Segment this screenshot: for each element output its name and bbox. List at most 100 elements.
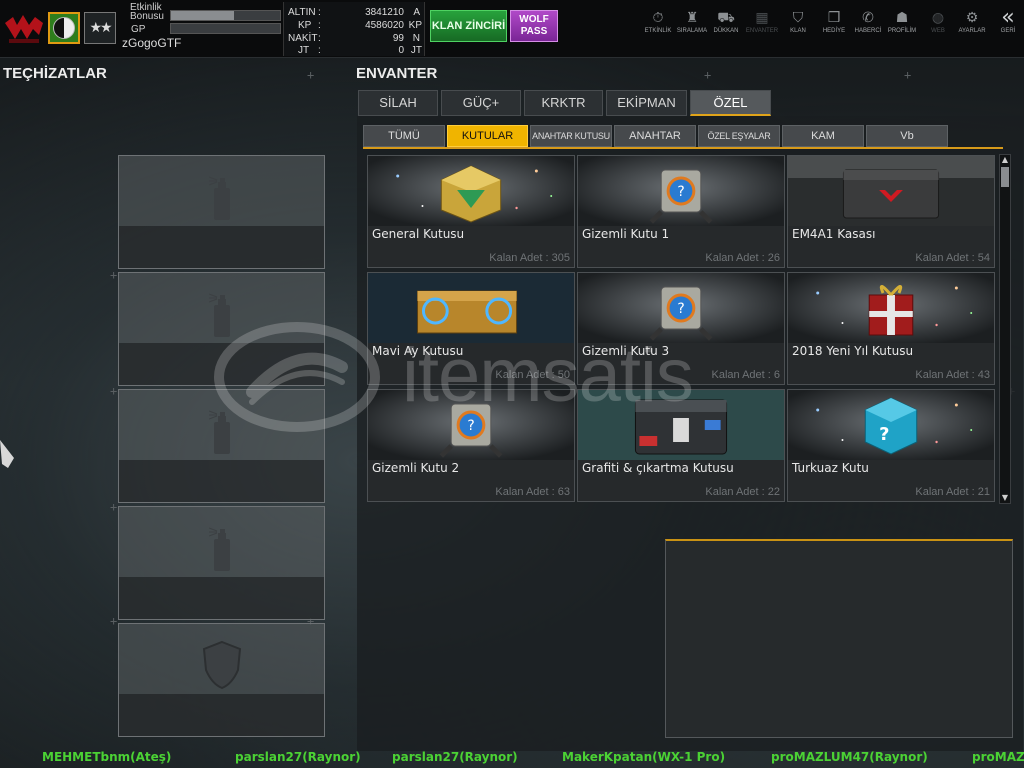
item-name: Grafiti & çıkartma Kutusu: [582, 461, 734, 475]
inventory-item-card[interactable]: Mavi Ay Kutusu Kalan Adet : 50: [367, 272, 575, 385]
nav-gear[interactable]: ⚙ AYARLAR: [954, 8, 990, 42]
currency-value: 4586020: [365, 20, 404, 31]
scroll-up-arrow-icon[interactable]: ▲: [1000, 155, 1010, 165]
nav-inventory[interactable]: ▦ ENVANTER: [744, 8, 780, 42]
nav-profile[interactable]: ☗ PROFİLİM: [884, 8, 920, 42]
nav-label: GERİ: [1000, 28, 1016, 34]
scroll-thumb[interactable]: [1001, 167, 1009, 187]
item-count: Kalan Adet : 63: [495, 486, 570, 498]
item-count: Kalan Adet : 50: [495, 369, 570, 381]
currency-label: NAKİT: [288, 33, 318, 44]
nav-globe[interactable]: ◍ WEB: [920, 8, 956, 42]
nav-megaphone[interactable]: ✆ HABERCİ: [850, 8, 886, 42]
item-count: Kalan Adet : 305: [489, 252, 570, 264]
item-image: [368, 273, 574, 343]
nav-shield[interactable]: ⛉ KLAN: [780, 8, 816, 42]
item-image: [788, 273, 994, 343]
inventory-item-card[interactable]: ? Gizemli Kutu 1 Kalan Adet : 26: [577, 155, 785, 268]
inventory-item-card[interactable]: ? Turkuaz Kutu Kalan Adet : 21: [787, 389, 995, 502]
svg-text:?: ?: [467, 418, 474, 434]
tab-0[interactable]: SİLAH: [358, 90, 438, 116]
nav-stopwatch[interactable]: ⏱ ETKİNLİK: [640, 8, 676, 42]
ticker-player-name: parslan27(Raynor): [235, 750, 361, 764]
item-count: Kalan Adet : 26: [705, 252, 780, 264]
gear-icon: ⚙: [965, 10, 979, 26]
currency-unit: KP: [408, 20, 422, 31]
gift-box-icon: [788, 273, 994, 343]
item-name: Gizemli Kutu 3: [582, 344, 670, 358]
stars-rank-icon[interactable]: ★★: [84, 12, 116, 44]
graffiti-case-icon: [578, 390, 784, 460]
nav-back-chevrons[interactable]: «GERİ: [990, 5, 1024, 42]
currency-label: ALTIN: [288, 7, 316, 18]
equipment-slot-footer: [119, 577, 324, 619]
gift-icon: ❒: [827, 10, 841, 26]
tab-3[interactable]: EKİPMAN: [606, 90, 687, 116]
nav-label: HEDİYE: [822, 28, 846, 34]
item-count: Kalan Adet : 22: [705, 486, 780, 498]
nav-medal[interactable]: ♜ SIRALAMA: [674, 8, 710, 42]
equipment-slot[interactable]: [118, 272, 325, 386]
currency-value: 0: [398, 45, 404, 56]
svg-text:?: ?: [677, 184, 684, 200]
currency-panel: ALTIN: 3841210 A KP: 4586020 KP NAKİT: 9…: [283, 2, 425, 56]
inventory-item-card[interactable]: General Kutusu Kalan Adet : 305: [367, 155, 575, 268]
equipment-slot-footer: [119, 343, 324, 385]
mystery-box-icon: ?: [578, 273, 784, 343]
tab-2[interactable]: KRKTR: [524, 90, 603, 116]
tab-4[interactable]: ÖZEL: [690, 90, 771, 116]
rank-badge[interactable]: [48, 12, 80, 44]
nav-cart[interactable]: ⛟ DÜKKAN: [708, 8, 744, 42]
inventory-item-card[interactable]: EM4A1 Kasası Kalan Adet : 54: [787, 155, 995, 268]
klan-zinciri-button[interactable]: KLAN ZİNCİRİ: [430, 10, 507, 42]
blue-moon-box-icon: [368, 273, 574, 343]
subtab-1[interactable]: KUTULAR: [447, 125, 528, 147]
subtab-6[interactable]: Vb: [866, 125, 948, 147]
equipment-slot[interactable]: [118, 389, 325, 503]
equipment-slot[interactable]: [118, 506, 325, 620]
inventory-item-card[interactable]: Grafiti & çıkartma Kutusu Kalan Adet : 22: [577, 389, 785, 502]
subtab-5[interactable]: KAM: [782, 125, 864, 147]
tab-1[interactable]: GÜÇ+: [441, 90, 521, 116]
equipment-title: TEÇHİZATLAR: [3, 65, 107, 82]
username: zGogoGTF: [122, 36, 182, 50]
spray-can-icon: [208, 293, 230, 337]
item-name: 2018 Yeni Yıl Kutusu: [792, 344, 914, 358]
subtab-0[interactable]: TÜMÜ: [363, 125, 445, 147]
subtab-4[interactable]: ÖZEL EŞYALAR: [698, 125, 780, 147]
nav-gift[interactable]: ❒ HEDİYE: [816, 8, 852, 42]
wolf-pass-button[interactable]: WOLF PASS: [510, 10, 558, 42]
currency-row-kp: KP: 4586020 KP: [298, 20, 422, 31]
equipment-slot[interactable]: [118, 155, 325, 269]
item-name: EM4A1 Kasası: [792, 227, 876, 241]
back-chevrons-icon: «: [1001, 5, 1015, 30]
inventory-item-card[interactable]: 2018 Yeni Yıl Kutusu Kalan Adet : 43: [787, 272, 995, 385]
item-image: ?: [578, 273, 784, 343]
general-box-icon: [368, 156, 574, 226]
subtab-2[interactable]: ANAHTAR KUTUSU: [530, 125, 612, 147]
item-image: ?: [368, 390, 574, 460]
mystery-box-icon: ?: [578, 156, 784, 226]
item-name: Turkuaz Kutu: [792, 461, 869, 475]
collapse-arrow-icon[interactable]: [0, 440, 14, 468]
ticker-player-name: MEHMETbnm(Ateş): [42, 750, 172, 764]
stopwatch-icon: ⏱: [652, 10, 664, 26]
item-count: Kalan Adet : 21: [915, 486, 990, 498]
equipment-slot[interactable]: [118, 623, 325, 737]
scroll-down-arrow-icon[interactable]: ▼: [1000, 493, 1010, 503]
nav-label: WEB: [931, 28, 945, 34]
currency-value: 3841210: [365, 7, 404, 18]
player-ticker: MEHMETbnm(Ateş) parslan27(Raynor) parslan2…: [0, 748, 1024, 768]
megaphone-icon: ✆: [862, 10, 874, 26]
subtab-3[interactable]: ANAHTAR: [614, 125, 696, 147]
inventory-title: ENVANTER: [356, 65, 438, 82]
spray-can-icon: [208, 410, 230, 454]
inventory-item-card[interactable]: ? Gizemli Kutu 2 Kalan Adet : 63: [367, 389, 575, 502]
item-name: Gizemli Kutu 1: [582, 227, 670, 241]
nav-label: KLAN: [790, 28, 806, 34]
inventory-item-card[interactable]: ? Gizemli Kutu 3 Kalan Adet : 6: [577, 272, 785, 385]
inventory-scrollbar[interactable]: ▲ ▼: [999, 154, 1011, 504]
ticker-player-name: proMAZLUM47(Raynor): [771, 750, 928, 764]
mystery-box-icon: ?: [368, 390, 574, 460]
item-image: [368, 156, 574, 226]
